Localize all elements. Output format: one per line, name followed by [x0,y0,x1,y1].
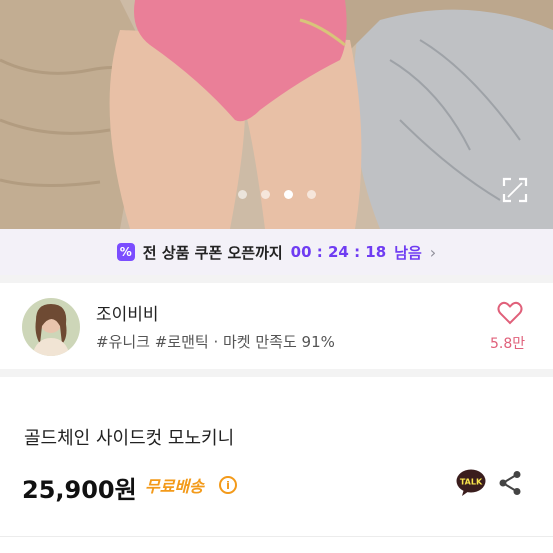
gallery-dot-active[interactable] [283,190,293,199]
section-divider [0,369,553,377]
heart-icon[interactable] [497,301,523,325]
coupon-timer: 00 : 24 : 18 [290,243,387,261]
coupon-text: 전 상품 쿠폰 오픈까지 [142,243,283,262]
gallery-dot[interactable] [306,190,316,199]
section-divider [0,275,553,283]
product-price: 25,900원 [22,476,137,504]
like-count: 5.8만 [490,336,526,352]
bottom-divider [0,536,553,537]
shop-avatar[interactable] [22,298,80,356]
product-title: 골드체인 사이드컷 모노키니 [24,428,235,449]
free-shipping-label: 무료배송 [145,477,204,496]
shop-tags: #유니크 #로맨틱 · 마켓 만족도 91% [96,333,335,351]
shop-name[interactable]: 조이비비 [96,300,159,325]
talk-label: TALK [460,478,483,487]
coupon-countdown-bar[interactable]: % 전 상품 쿠폰 오픈까지 00 : 24 : 18 남음 › [0,229,553,275]
info-icon[interactable]: i [219,476,237,494]
gallery-page-indicator [0,190,553,199]
expand-icon[interactable] [502,177,528,203]
product-image[interactable] [0,0,553,229]
coupon-percent-icon: % [116,243,135,261]
chevron-right-icon: › [429,242,437,262]
kakaotalk-icon[interactable]: TALK [456,469,486,497]
share-icon[interactable] [498,470,522,496]
coupon-suffix: 남음 [394,243,422,262]
shop-info[interactable]: 조이비비 #유니크 #로맨틱 · 마켓 만족도 91% 5.8만 [0,283,553,369]
gallery-dot[interactable] [260,190,270,199]
gallery-dot[interactable] [237,190,247,199]
